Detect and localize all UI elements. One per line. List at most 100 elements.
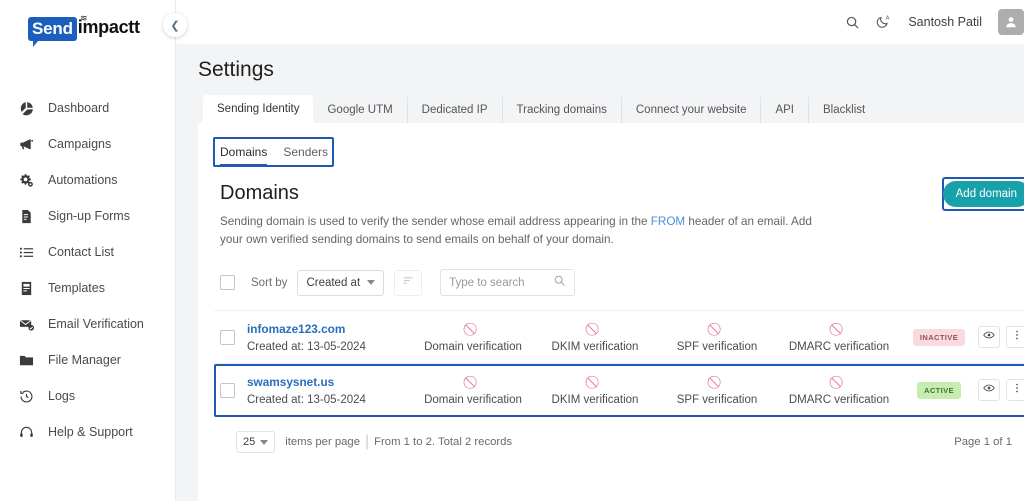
table-row[interactable]: infomaze123.com Created at: 13-05-2024 ⃠… (214, 310, 1024, 363)
identity-subtabs: Domains Senders (198, 123, 1024, 166)
search-input-wrapper[interactable] (440, 269, 576, 297)
domain-link[interactable]: swamsysnet.us (247, 375, 412, 389)
verification-label: SPF verification (676, 340, 758, 353)
user-avatar-icon[interactable] (998, 9, 1024, 35)
from-link[interactable]: FROM (651, 215, 685, 228)
kebab-menu-icon (1011, 381, 1023, 399)
verification-label: DMARC verification (788, 393, 890, 406)
list-icon (18, 244, 35, 261)
search-input[interactable] (449, 276, 554, 289)
row-checkbox[interactable] (220, 329, 235, 345)
subtab-domains[interactable]: Domains (220, 145, 268, 166)
kebab-menu-icon (1011, 328, 1023, 346)
sidebar-item-label: File Manager (48, 353, 121, 367)
sort-descending-icon (402, 274, 415, 292)
sidebar-item-dashboard[interactable]: Dashboard (0, 90, 175, 126)
search-icon[interactable] (845, 15, 860, 30)
history-clock-icon (18, 388, 35, 405)
verification-label: Domain verification (424, 340, 522, 353)
row-actions (978, 326, 1024, 349)
sidebar: Send ≋ impactt ❮ Dashboard Campaigns Aut… (0, 0, 187, 501)
main-area: A Santosh Patil Settings Sending Identit… (176, 0, 1024, 501)
domain-verification-cell: ⃠ Domain verification (412, 322, 534, 353)
status-badge: ACTIVE (917, 381, 961, 399)
settings-panel: Domains Senders Domains Sending domain i… (198, 123, 1024, 501)
not-verified-icon: ⃠ (656, 322, 778, 335)
sidebar-item-label: Contact List (48, 245, 115, 259)
sidebar-item-templates[interactable]: Templates (0, 270, 175, 306)
section-title: Domains (220, 182, 299, 204)
section-description: Sending domain is used to verify the sen… (220, 213, 820, 249)
row-checkbox[interactable] (220, 382, 235, 398)
sort-direction-button[interactable] (394, 269, 423, 296)
sidebar-item-email-verification[interactable]: Email Verification (0, 306, 175, 342)
domain-verification-cell: ⃠ Domain verification (412, 375, 534, 406)
tab-tracking-domains[interactable]: Tracking domains (503, 97, 622, 123)
verification-label: SPF verification (676, 393, 758, 406)
topbar: A Santosh Patil (176, 0, 1024, 44)
verification-label: Domain verification (424, 393, 522, 406)
tab-google-utm[interactable]: Google UTM (313, 97, 408, 123)
footer-divider: | (364, 433, 370, 451)
megaphone-icon (18, 136, 35, 153)
sort-by-label: Sort by (251, 276, 288, 289)
select-all-checkbox[interactable] (220, 275, 235, 291)
tab-connect-your-website[interactable]: Connect your website (622, 97, 762, 123)
domains-section-header: Domains Sending domain is used to verify… (198, 166, 1024, 249)
app-logo[interactable]: Send ≋ impactt (0, 0, 175, 47)
tab-blacklist[interactable]: Blacklist (809, 97, 879, 123)
sort-field-value: Created at (306, 276, 361, 289)
status-cell: ACTIVE (900, 381, 978, 399)
dkim-verification-cell: ⃠ DKIM verification (534, 322, 656, 353)
domain-cell: infomaze123.com Created at: 13-05-2024 (247, 322, 412, 353)
pie-chart-icon (18, 100, 35, 117)
tab-api[interactable]: API (761, 97, 810, 123)
sidebar-item-contact-list[interactable]: Contact List (0, 234, 175, 270)
eye-icon (983, 328, 995, 346)
moon-auto-icon[interactable]: A (876, 14, 892, 30)
settings-tabs: Sending Identity Google UTM Dedicated IP… (198, 95, 1024, 123)
eye-icon (983, 381, 995, 399)
not-verified-icon: ⃠ (412, 375, 534, 388)
verification-label: DMARC verification (788, 340, 890, 353)
desc-part-1: Sending domain is used to verify the sen… (220, 215, 651, 228)
domain-link[interactable]: infomaze123.com (247, 322, 412, 336)
mail-check-icon (18, 316, 35, 333)
sidebar-item-label: Email Verification (48, 317, 144, 331)
sidebar-item-campaigns[interactable]: Campaigns (0, 126, 175, 162)
sidebar-nav: Dashboard Campaigns Automations Sign-up … (0, 90, 175, 450)
sidebar-item-label: Dashboard (48, 101, 110, 115)
tab-dedicated-ip[interactable]: Dedicated IP (408, 97, 503, 123)
domains-table: infomaze123.com Created at: 13-05-2024 ⃠… (198, 310, 1024, 418)
view-domain-button[interactable] (978, 379, 1000, 402)
view-domain-button[interactable] (978, 326, 1000, 349)
domain-created-date: Created at: 13-05-2024 (247, 340, 366, 353)
sort-field-select[interactable]: Created at (297, 269, 385, 296)
sidebar-item-automations[interactable]: Automations (0, 162, 175, 198)
add-domain-button[interactable]: Add domain (942, 181, 1024, 207)
row-menu-button[interactable] (1006, 326, 1024, 349)
page-title: Settings (198, 58, 274, 81)
page-info: Page 1 of 1 (954, 436, 1012, 449)
sidebar-item-logs[interactable]: Logs (0, 378, 175, 414)
logo-send-text: Send (28, 17, 77, 47)
row-menu-button[interactable] (1006, 379, 1024, 402)
spf-verification-cell: ⃠ SPF verification (656, 375, 778, 406)
headset-icon (18, 424, 35, 441)
table-footer: 25 items per page | From 1 to 2. Total 2… (214, 416, 1024, 454)
form-document-icon (18, 208, 35, 225)
chevron-down-icon (367, 280, 376, 286)
not-verified-icon: ⃠ (656, 375, 778, 388)
sidebar-item-file-manager[interactable]: File Manager (0, 342, 175, 378)
verification-label: DKIM verification (551, 393, 639, 406)
subtab-senders[interactable]: Senders (283, 145, 328, 166)
dmarc-verification-cell: ⃠ DMARC verification (778, 322, 900, 353)
items-per-page-select[interactable]: 25 (236, 431, 276, 454)
table-row[interactable]: swamsysnet.us Created at: 13-05-2024 ⃠ D… (214, 363, 1024, 418)
tab-sending-identity[interactable]: Sending Identity (203, 95, 314, 123)
domains-toolbar: Sort by Created at (198, 249, 1024, 310)
sidebar-item-label: Help & Support (48, 425, 133, 439)
sidebar-item-signup-forms[interactable]: Sign-up Forms (0, 198, 175, 234)
sidebar-collapse-button[interactable]: ❮ (163, 13, 187, 37)
sidebar-item-help-support[interactable]: Help & Support (0, 414, 175, 450)
